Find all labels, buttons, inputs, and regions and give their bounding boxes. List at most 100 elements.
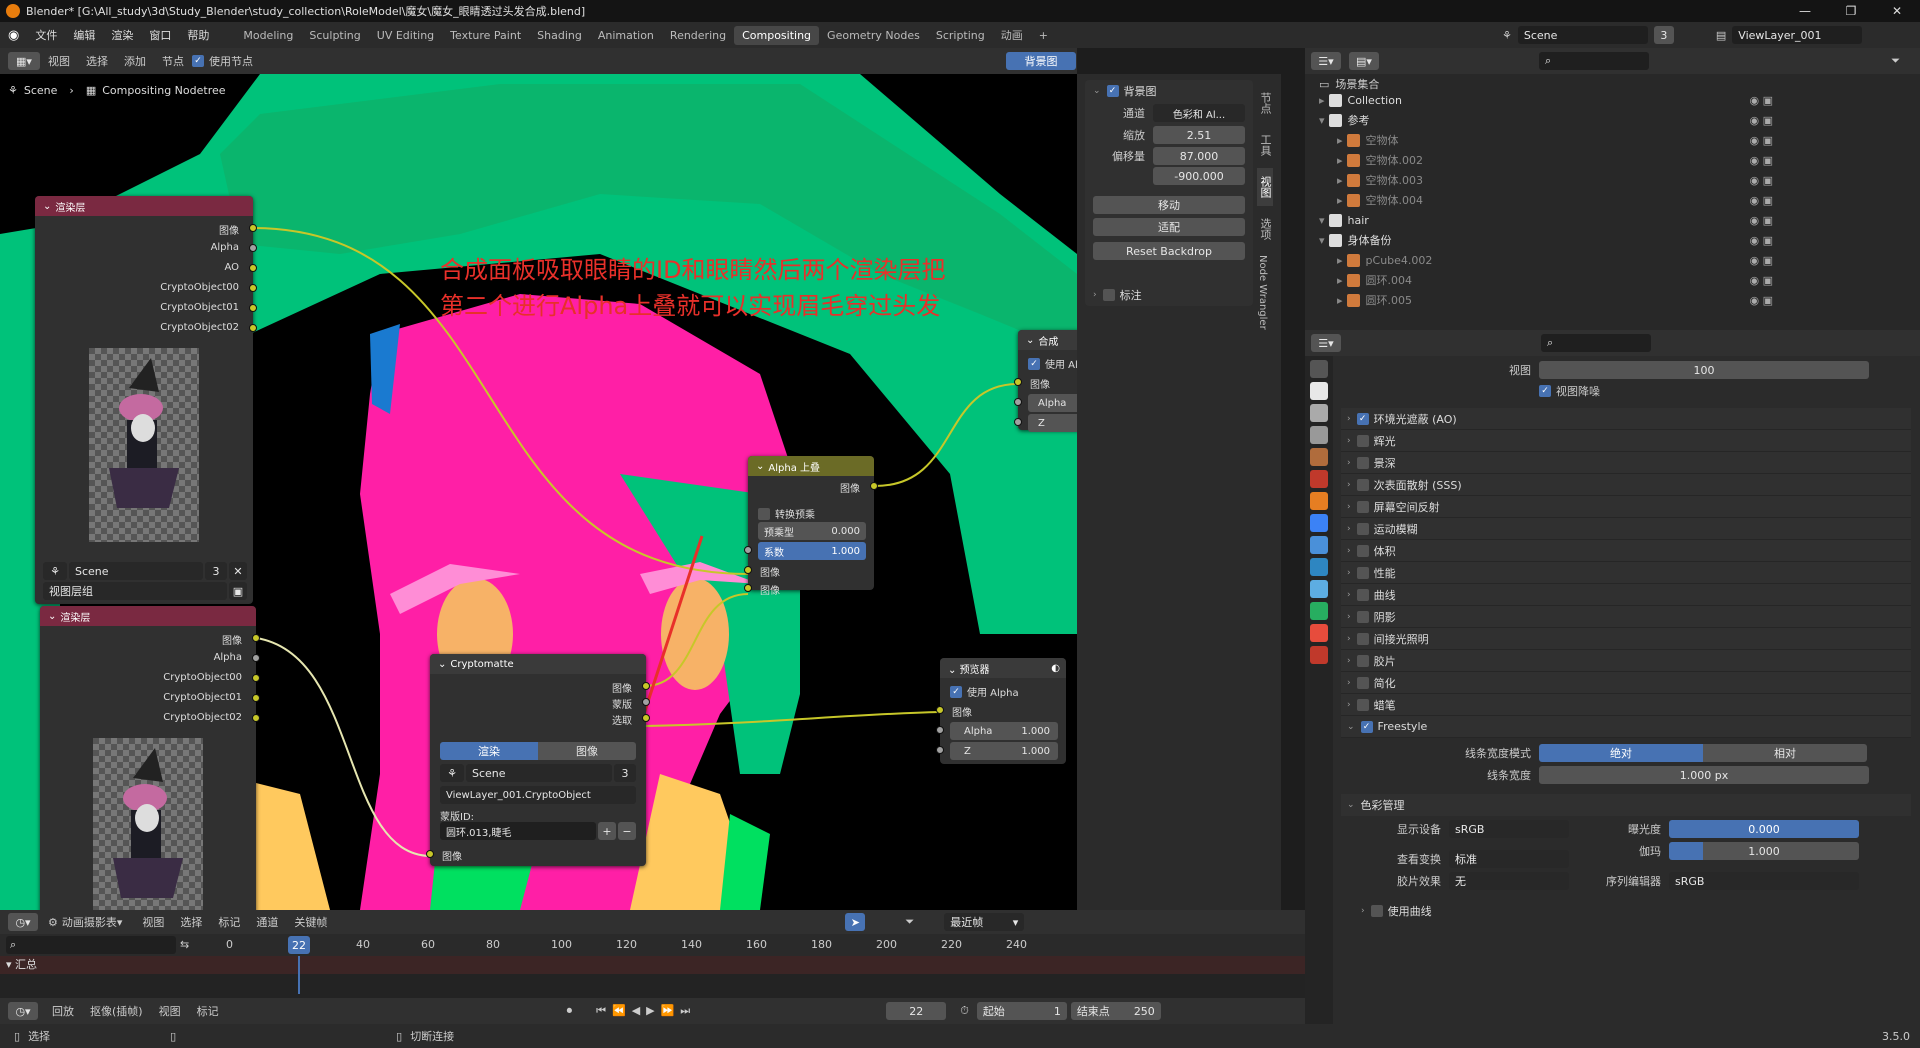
output-socket[interactable] bbox=[642, 714, 650, 722]
current-frame-field[interactable]: 22 bbox=[886, 1002, 947, 1020]
output-socket[interactable] bbox=[252, 714, 260, 722]
unlink-icon[interactable]: ✕ bbox=[229, 562, 247, 580]
output-socket[interactable] bbox=[252, 654, 260, 662]
tab-uv-editing[interactable]: UV Editing bbox=[369, 26, 442, 45]
output-socket[interactable] bbox=[252, 694, 260, 702]
expand-icon[interactable]: › bbox=[1347, 656, 1351, 666]
exposure-field[interactable]: 0.000 bbox=[1669, 820, 1859, 838]
visibility-icon[interactable]: ◉ ▣ bbox=[1750, 214, 1774, 227]
output-socket[interactable] bbox=[249, 244, 257, 252]
menu-node[interactable]: 节点 bbox=[154, 53, 192, 69]
outliner-row[interactable]: ▾ hair ◉ ▣ bbox=[1305, 212, 1785, 228]
viewer-node[interactable]: ⌄ 预览器 ◐ ✓ 使用 Alpha 图像 Alpha 1.000 Z 1.000 bbox=[936, 658, 1066, 764]
section-checkbox[interactable]: ✓ bbox=[1360, 720, 1373, 733]
visibility-icon[interactable]: ◉ ▣ bbox=[1750, 154, 1774, 167]
visibility-icon[interactable]: ◉ ▣ bbox=[1750, 234, 1774, 247]
expand-icon[interactable]: ▸ bbox=[1337, 154, 1343, 167]
output-socket[interactable] bbox=[642, 682, 650, 690]
expand-icon[interactable]: › bbox=[1347, 480, 1351, 490]
expand-icon[interactable]: ▸ bbox=[1337, 294, 1343, 307]
expand-icon[interactable]: › bbox=[1347, 568, 1351, 578]
section-checkbox[interactable] bbox=[1356, 434, 1369, 447]
panel-section[interactable]: › 屏幕空间反射 bbox=[1341, 496, 1911, 518]
view-layer-field[interactable]: 视图层组 bbox=[43, 582, 227, 600]
section-checkbox[interactable] bbox=[1356, 500, 1369, 513]
panel-section[interactable]: › 体积 bbox=[1341, 540, 1911, 562]
expand-icon[interactable]: ⌄ bbox=[1347, 722, 1355, 732]
outliner-row[interactable]: ▸ pCube4.002 ◉ ▣ bbox=[1305, 252, 1785, 268]
tab-compositing[interactable]: Compositing bbox=[734, 25, 820, 45]
minimize-button[interactable]: — bbox=[1782, 0, 1828, 22]
move-button[interactable]: 移动 bbox=[1093, 196, 1245, 214]
texture-tab-icon[interactable] bbox=[1310, 646, 1328, 664]
menu-marker[interactable]: 标记 bbox=[210, 914, 248, 930]
view-layer-tab-icon[interactable] bbox=[1310, 426, 1328, 444]
annotate-panel[interactable]: › 标注 bbox=[1085, 284, 1253, 306]
viewer-icon[interactable]: ◐ bbox=[1051, 663, 1060, 674]
view-menu[interactable]: 视图 bbox=[151, 1003, 189, 1019]
panel-section[interactable]: › 简化 bbox=[1341, 672, 1911, 694]
render-layer-node-2[interactable]: ⌄ 渲染层 图像 Alpha CryptoObject00 CryptoObje… bbox=[40, 606, 260, 910]
section-checkbox[interactable] bbox=[1356, 610, 1369, 623]
panel-section[interactable]: › 运动模糊 bbox=[1341, 518, 1911, 540]
scene-collection-row[interactable]: ▭ 场景集合 bbox=[1305, 76, 1785, 92]
snap-dropdown[interactable]: 最近帧 ▾ bbox=[944, 913, 1025, 931]
visibility-icon[interactable]: ◉ ▣ bbox=[1750, 294, 1774, 307]
menu-help[interactable]: 帮助 bbox=[179, 27, 217, 43]
expand-icon[interactable]: ▾ bbox=[1319, 214, 1325, 227]
editor-type-button[interactable]: ☰▾ bbox=[1311, 334, 1341, 352]
expand-icon[interactable]: ▾ bbox=[1319, 114, 1325, 127]
outliner-row[interactable]: ▸ 空物体 ◉ ▣ bbox=[1305, 132, 1785, 148]
close-button[interactable]: ✕ bbox=[1874, 0, 1920, 22]
outliner-row[interactable]: ▾ 参考 ◉ ▣ bbox=[1305, 112, 1785, 128]
playback-menu[interactable]: 回放 bbox=[44, 1003, 82, 1019]
sequencer-dropdown[interactable]: sRGB bbox=[1669, 872, 1859, 890]
node-header[interactable]: ⌄ 渲染层 bbox=[35, 196, 253, 216]
expand-icon[interactable]: ▸ bbox=[1337, 274, 1343, 287]
menu-render[interactable]: 渲染 bbox=[103, 27, 141, 43]
output-socket[interactable] bbox=[249, 304, 257, 312]
node-header[interactable]: ⌄ 渲染层 bbox=[40, 606, 256, 626]
scene-icon[interactable]: ⚘ bbox=[43, 562, 67, 580]
render-layer-node-1[interactable]: ⌄ 渲染层 图像 Alpha AO CryptoObject00 CryptoO… bbox=[35, 196, 257, 604]
use-alpha-checkbox[interactable]: ✓ bbox=[950, 685, 962, 698]
render-icon[interactable]: ▣ bbox=[229, 582, 247, 600]
editor-type-button[interactable]: ☰▾ bbox=[1311, 52, 1341, 70]
section-checkbox[interactable] bbox=[1356, 588, 1369, 601]
tab-view[interactable]: 视图 bbox=[1257, 168, 1273, 206]
expand-icon[interactable]: › bbox=[1347, 458, 1351, 468]
expand-icon[interactable]: ▸ bbox=[1337, 254, 1343, 267]
annotate-checkbox[interactable] bbox=[1102, 289, 1115, 301]
tab-tool[interactable]: 工具 bbox=[1257, 126, 1273, 164]
channel-search[interactable]: ⌕ bbox=[6, 936, 176, 954]
filter-icon[interactable]: ⏷ bbox=[1891, 54, 1900, 68]
color-management-header[interactable]: ⌄ 色彩管理 bbox=[1341, 794, 1911, 816]
tab-render[interactable]: 渲染 bbox=[440, 742, 538, 760]
tab-shading[interactable]: Shading bbox=[529, 26, 590, 45]
denoise-row[interactable]: ✓ 视图降噪 bbox=[1341, 380, 1911, 402]
tab-texture-paint[interactable]: Texture Paint bbox=[442, 26, 529, 45]
world-tab-icon[interactable] bbox=[1310, 470, 1328, 488]
visibility-icon[interactable]: ◉ ▣ bbox=[1750, 94, 1774, 107]
visibility-icon[interactable]: ◉ ▣ bbox=[1750, 274, 1774, 287]
expand-icon[interactable]: › bbox=[1347, 414, 1351, 424]
filter-icon[interactable]: ⏷ bbox=[905, 915, 914, 929]
input-socket[interactable] bbox=[744, 584, 752, 592]
backdrop-toggle-button[interactable]: 背景图 bbox=[1006, 52, 1076, 70]
object-tab-icon[interactable] bbox=[1310, 492, 1328, 510]
add-matte-button[interactable]: + bbox=[598, 822, 616, 840]
expand-icon[interactable]: › bbox=[1347, 700, 1351, 710]
current-frame-marker[interactable]: 22 bbox=[288, 936, 310, 954]
frame-ruler[interactable]: ⌕ ⇆ 020406080100120140160180200220240 22 bbox=[0, 934, 1305, 956]
input-socket[interactable] bbox=[1014, 418, 1022, 426]
section-checkbox[interactable] bbox=[1356, 456, 1369, 469]
outliner-row[interactable]: ▸ 空物体.004 ◉ ▣ bbox=[1305, 192, 1785, 208]
output-socket[interactable] bbox=[249, 264, 257, 272]
constraints-tab-icon[interactable] bbox=[1310, 580, 1328, 598]
premul-field[interactable]: 预乘型 0.000 bbox=[758, 522, 866, 540]
outliner-row[interactable]: ▸ Collection ◉ ▣ bbox=[1305, 92, 1785, 108]
input-socket[interactable] bbox=[426, 850, 434, 858]
section-checkbox[interactable] bbox=[1356, 698, 1369, 711]
node-header[interactable]: ⌄ Alpha 上叠 bbox=[748, 456, 874, 476]
menu-window[interactable]: 窗口 bbox=[141, 27, 179, 43]
